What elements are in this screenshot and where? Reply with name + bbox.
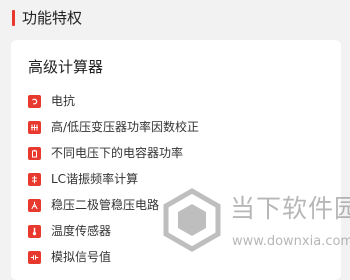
watermark-name: 当下软件园: [230, 194, 350, 223]
card-title: 高级计算器: [28, 58, 104, 76]
signal-icon: [28, 251, 41, 264]
feature-item-reactance[interactable]: 电抗: [28, 92, 199, 111]
feature-item-capacitor[interactable]: 不同电压下的电容器功率: [28, 144, 199, 163]
battery-icon: [28, 147, 41, 160]
feature-label: 稳压二极管稳压电路: [51, 198, 160, 212]
section-title: 功能特权: [22, 9, 83, 27]
feature-label: 不同电压下的电容器功率: [51, 146, 184, 160]
zener-diode-icon: [28, 199, 41, 212]
watermark-logo-icon: [163, 188, 221, 252]
feature-label: 温度传感器: [51, 224, 112, 238]
feature-item-transformer[interactable]: 高/低压变压器功率因数校正: [28, 118, 199, 137]
feature-label: 电抗: [51, 94, 76, 108]
reactance-icon: [28, 95, 41, 108]
watermark: 当下软件园 www.downxia.com: [160, 182, 350, 266]
section-header: 功能特权: [12, 8, 82, 28]
feature-label: 高/低压变压器功率因数校正: [51, 120, 200, 134]
feature-label: LC谐振频率计算: [51, 172, 139, 186]
feature-label: 模拟信号值: [51, 250, 112, 264]
resonance-icon: [28, 173, 41, 186]
transformer-icon: [28, 121, 41, 134]
watermark-url: www.downxia.com: [232, 234, 350, 249]
thermometer-icon: [28, 225, 41, 238]
section-accent-bar: [12, 10, 15, 26]
